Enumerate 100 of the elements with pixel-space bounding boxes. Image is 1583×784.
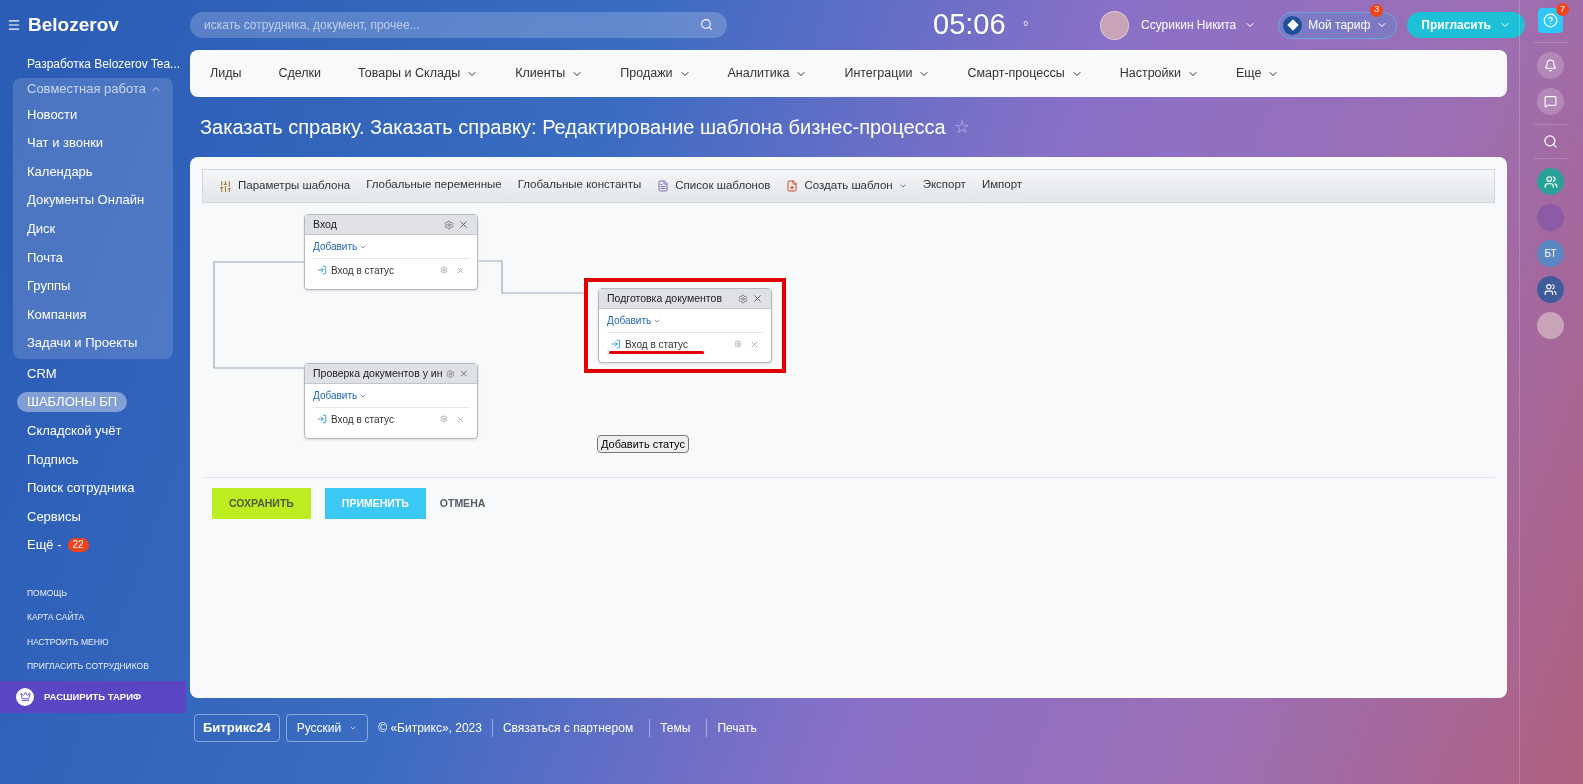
settings-icon[interactable] (446, 368, 456, 379)
bell-button[interactable] (1537, 52, 1564, 79)
menu-tab[interactable]: Аналитика (727, 64, 808, 83)
people-icon (1544, 283, 1557, 296)
footer-link[interactable]: Печать (706, 719, 767, 737)
enter-icon (317, 414, 327, 424)
menu-tab[interactable]: Продажи (620, 64, 691, 83)
toolbar-button[interactable]: Глобальные переменные (364, 171, 504, 201)
node-title: Проверка документов у ин (313, 365, 443, 381)
menu-tab[interactable]: Еще (1235, 64, 1280, 83)
sidebar-item[interactable]: Диск (13, 214, 173, 243)
settings-icon[interactable] (738, 293, 748, 304)
menu-tab[interactable]: Смарт-процессы (967, 64, 1083, 83)
menu-tab[interactable]: Товары и Склады (358, 64, 479, 83)
sidebar-item[interactable]: Чат и звонки (13, 128, 173, 158)
crown-icon (19, 691, 31, 703)
menu-tab[interactable]: Сделки (278, 64, 322, 83)
sidebar-item[interactable]: Задачи и Проекты (13, 328, 173, 358)
sidebar-item[interactable]: Календарь (13, 157, 173, 186)
sidebar-item[interactable]: Почта (13, 242, 173, 272)
search-icon[interactable] (1543, 134, 1558, 149)
toolbar-button[interactable]: Параметры шаблона (217, 171, 353, 201)
bell-icon (1544, 59, 1557, 72)
workspace-link[interactable]: Разработка Belozerov Tea... (27, 55, 181, 73)
sidebar-item[interactable]: Сервисы (17, 506, 91, 527)
delete-icon[interactable] (456, 414, 465, 424)
clock: 05:06 (933, 7, 1006, 43)
add-link[interactable]: Добавить (607, 313, 662, 328)
footer-link[interactable]: Связаться с партнером (491, 719, 644, 737)
user-menu[interactable]: Ссурикин Никита (1141, 16, 1257, 34)
enter-icon (611, 339, 621, 349)
delete-icon[interactable] (456, 265, 465, 275)
action-label[interactable]: Вход в статус (331, 262, 440, 278)
action-label[interactable]: Вход в статус (331, 411, 440, 427)
sidebar-link[interactable]: ПОМОЩЬ (0, 580, 186, 606)
enter-icon (317, 265, 327, 275)
sidebar-item[interactable]: Подпись (17, 449, 89, 470)
sidebar-item[interactable]: CRM (17, 363, 67, 384)
toolbar-button[interactable]: Список шаблонов (655, 171, 773, 201)
sidebar-link[interactable]: НАСТРОИТЬ МЕНЮ (0, 629, 186, 655)
add-link[interactable]: Добавить (313, 239, 368, 254)
menu-tab[interactable]: Интеграции (844, 64, 931, 83)
toolbar-button[interactable]: Создать шаблон (784, 171, 909, 201)
close-icon[interactable] (752, 293, 763, 304)
language-select[interactable]: Русский (285, 714, 369, 742)
notification-badge: 7 (1556, 3, 1569, 16)
copyright-text: © «Битрикс», 2023 (377, 720, 483, 737)
toolbar-button[interactable]: Глобальные константы (515, 171, 644, 201)
menu-icon[interactable] (7, 18, 21, 32)
save-button[interactable]: СОХРАНИТЬ (212, 488, 311, 519)
add-status-button[interactable]: Добавить статус (597, 435, 689, 453)
help-button[interactable] (1538, 8, 1563, 33)
sidebar-item[interactable]: Компания (13, 300, 173, 329)
menu-tab[interactable]: Клиенты (515, 64, 584, 83)
notification-badge: 3 (1370, 3, 1384, 17)
settings-icon[interactable] (444, 219, 454, 230)
settings-icon[interactable] (440, 415, 448, 423)
logo-text[interactable]: Belozerov (28, 10, 119, 40)
menu-tab[interactable]: Лиды (210, 64, 242, 83)
group-chat-button[interactable] (1537, 168, 1564, 195)
new-document-icon (786, 180, 799, 192)
sidebar-item[interactable]: Складской учёт (17, 420, 132, 441)
delete-icon[interactable] (750, 339, 759, 349)
user-avatar[interactable] (1100, 10, 1130, 40)
contact-avatar[interactable]: БТ (1537, 240, 1564, 267)
footer-link[interactable]: Темы (649, 719, 701, 737)
group-chat-button[interactable] (1537, 276, 1564, 303)
contact-avatar[interactable] (1537, 204, 1564, 231)
close-icon[interactable] (458, 219, 469, 230)
cancel-button[interactable]: ОТМЕНА (439, 495, 486, 512)
tariff-button[interactable]: Мой тариф (1278, 11, 1398, 39)
node-title: Подготовка документов (607, 290, 723, 306)
sidebar-link[interactable]: КАРТА САЙТА (0, 605, 186, 630)
caret-icon (898, 182, 907, 190)
sidebar-item[interactable]: Документы Онлайн (13, 185, 173, 215)
brand-logo[interactable]: Битрикс24 (194, 714, 280, 742)
group-toggle[interactable]: Совместная работа (13, 78, 162, 100)
contact-avatar[interactable] (1537, 312, 1564, 339)
search-icon[interactable] (700, 18, 713, 31)
close-icon[interactable] (459, 368, 469, 379)
sidebar-link[interactable]: ПРИГЛАСИТЬ СОТРУДНИКОВ (0, 654, 186, 679)
toolbar-button[interactable]: Экспорт (920, 171, 968, 201)
upgrade-button[interactable]: РАСШИРИТЬ ТАРИФ (0, 680, 186, 713)
caret-icon (349, 724, 358, 732)
sidebar-item[interactable]: Поиск сотрудника (17, 478, 145, 498)
sidebar-item[interactable]: Новости (13, 100, 173, 129)
menu-tab[interactable]: Настройки (1119, 64, 1199, 83)
page-title: Заказать справку. Заказать справку: Редактирование шаблона бизнес-процесса (200, 115, 946, 140)
add-link[interactable]: Добавить (313, 388, 368, 403)
sidebar-item[interactable]: Ещё - (27, 535, 62, 555)
people-icon (1543, 174, 1558, 189)
action-label[interactable]: Вход в статус (625, 336, 734, 352)
sidebar-item[interactable]: Группы (13, 271, 173, 301)
chat-button[interactable] (1537, 88, 1564, 115)
help-icon (1543, 13, 1558, 28)
toolbar-button[interactable]: Импорт (979, 171, 1025, 201)
settings-icon (219, 179, 232, 193)
settings-icon[interactable] (440, 266, 448, 274)
settings-icon[interactable] (734, 340, 742, 348)
document-icon (657, 180, 670, 192)
